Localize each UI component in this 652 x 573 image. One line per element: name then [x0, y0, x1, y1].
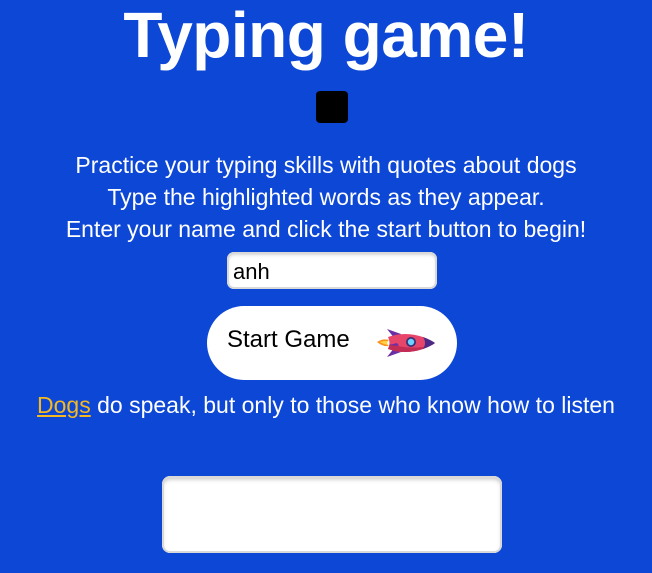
start-game-label: Start Game: [227, 326, 350, 353]
instruction-line-2: Type the highlighted words as they appea…: [107, 184, 545, 210]
typing-input[interactable]: [162, 476, 502, 553]
highlighted-word: Dogs: [37, 392, 91, 418]
quote: Dogs do speak, but only to those who kno…: [0, 389, 652, 421]
page-title: Typing game!: [123, 0, 529, 71]
rocket-icon: [377, 329, 435, 357]
instruction-line-1: Practice your typing skills with quotes …: [75, 152, 577, 178]
status-square: [316, 91, 348, 123]
quote-text: Dogs do speak, but only to those who kno…: [26, 389, 626, 421]
quote-rest: do speak, but only to those who know how…: [90, 392, 615, 418]
name-input[interactable]: [227, 252, 437, 289]
instructions: Practice your typing skills with quotes …: [0, 149, 652, 245]
start-game-button[interactable]: Start Game: [207, 306, 457, 380]
instruction-line-3: Enter your name and click the start butt…: [65, 216, 587, 242]
